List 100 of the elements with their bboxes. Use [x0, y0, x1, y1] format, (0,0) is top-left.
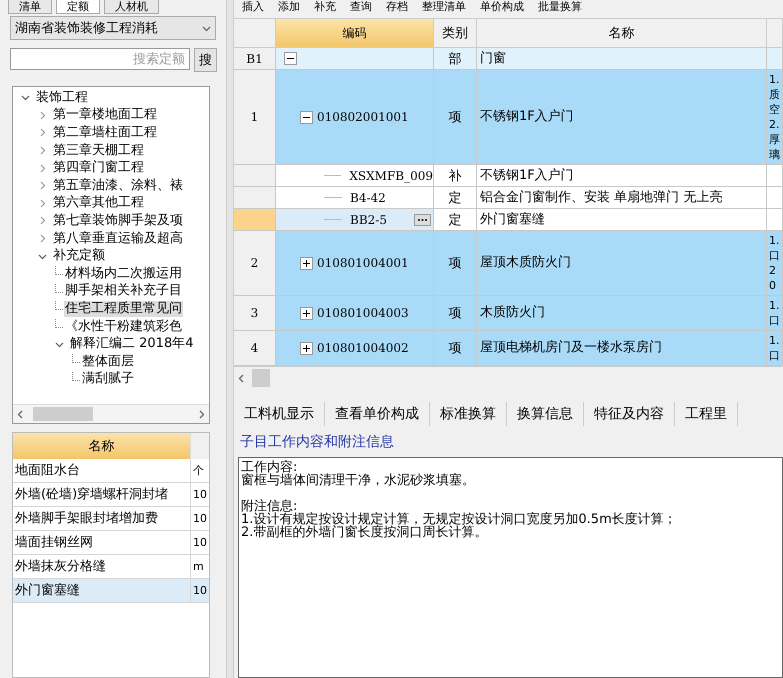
- horizontal-scrollbar[interactable]: [234, 366, 783, 389]
- toolbar-button[interactable]: 补充: [314, 0, 336, 14]
- panel-tab[interactable]: 定额: [56, 0, 100, 14]
- table-cell: 项: [434, 331, 477, 366]
- table-cell: [767, 187, 783, 209]
- search-field[interactable]: 搜索定额: [10, 48, 190, 70]
- table-cell[interactable]: 外墙脚手架眼封堵增加费: [13, 507, 191, 531]
- column-header: 类别: [434, 19, 477, 48]
- section-heading: 子目工作内容和附注信息: [239, 433, 395, 452]
- tree-item[interactable]: 第一章楼地面工程: [52, 107, 158, 124]
- row-number: 1: [234, 70, 276, 165]
- panel-tab[interactable]: 人材机: [104, 0, 159, 14]
- tree-item[interactable]: 第三章天棚工程: [52, 142, 145, 159]
- chevron-right-icon[interactable]: [38, 198, 47, 208]
- dropdown-value: 湖南省装饰装修工程消耗: [15, 20, 158, 37]
- tree-item[interactable]: 第八章垂直运输及超高: [52, 230, 184, 247]
- chevron-right-icon[interactable]: [38, 216, 47, 226]
- tree-item[interactable]: 第五章油漆、涂料、裱: [52, 178, 184, 194]
- tree-item[interactable]: 解释汇编二 2018年4: [69, 336, 194, 352]
- tree-item[interactable]: 脚手架相关补充子目: [64, 283, 183, 300]
- scroll-right-icon[interactable]: [199, 410, 205, 418]
- collapse-icon[interactable]: [284, 52, 297, 65]
- horizontal-scrollbar[interactable]: [13, 404, 209, 423]
- table-cell: 项: [434, 231, 477, 296]
- toolbar-button[interactable]: 查询: [350, 0, 372, 14]
- chevron-right-icon[interactable]: [38, 110, 47, 120]
- table-cell: 1.口20: [767, 231, 783, 296]
- detail-tab[interactable]: 工程里: [675, 402, 738, 426]
- table-cell: 10: [191, 483, 209, 507]
- detail-tab[interactable]: 标准换算: [430, 402, 507, 426]
- table-cell[interactable]: 墙面挂钢丝网: [13, 531, 191, 555]
- search-button[interactable]: 搜: [194, 48, 217, 72]
- chevron-right-icon[interactable]: [38, 234, 47, 244]
- chevron-down-icon[interactable]: [21, 93, 30, 102]
- table-cell: [767, 165, 783, 187]
- table-cell[interactable]: 地面阻水台: [13, 459, 191, 483]
- tree-item[interactable]: 《水性干粉建筑彩色: [64, 318, 183, 335]
- table-cell: 10: [191, 507, 209, 531]
- detail-tab[interactable]: 查看单价构成: [325, 402, 430, 426]
- chevron-right-icon[interactable]: [38, 181, 47, 190]
- chevron-right-icon[interactable]: [38, 146, 47, 156]
- chevron-down-icon[interactable]: [55, 340, 64, 349]
- expand-icon[interactable]: [300, 342, 313, 354]
- toolbar-button[interactable]: 添加: [278, 0, 300, 14]
- table-cell[interactable]: 外门窗塞缝: [13, 579, 191, 603]
- table-cell: 10: [191, 579, 209, 603]
- scroll-left-icon[interactable]: [238, 374, 244, 382]
- table-cell: 补: [434, 165, 477, 187]
- chevron-down-icon[interactable]: [38, 252, 47, 261]
- toolbar-button[interactable]: 插入: [242, 0, 264, 14]
- code-cell: 010801004002: [317, 341, 409, 355]
- tree-item[interactable]: 第七章装饰脚手架及项: [52, 212, 184, 229]
- tree-item[interactable]: 材料场内二次搬运用: [64, 266, 183, 282]
- toolbar-button[interactable]: 存档: [386, 0, 408, 14]
- detail-line: 附注信息:: [241, 500, 298, 513]
- tree-item[interactable]: 住宅工程质里常见问: [64, 300, 183, 317]
- scrollbar-thumb[interactable]: [33, 407, 93, 421]
- code-cell: 010802001001: [317, 110, 409, 124]
- table-cell: 1.口: [767, 331, 783, 366]
- tree-item[interactable]: 满刮腻子: [81, 371, 135, 388]
- collapse-icon[interactable]: [300, 110, 313, 124]
- detail-tab[interactable]: 工料机显示: [234, 402, 325, 426]
- detail-line: 工作内容:: [241, 461, 298, 474]
- detail-tab[interactable]: 特征及内容: [584, 402, 675, 426]
- toolbar-button[interactable]: 单价构成: [480, 0, 524, 14]
- scrollbar-thumb[interactable]: [252, 369, 270, 387]
- code-cell: B4-42: [350, 190, 386, 204]
- tree-item[interactable]: 第二章墙柱面工程: [52, 124, 158, 141]
- detail-tab[interactable]: 换算信息: [507, 402, 584, 426]
- column-header: 名称: [477, 19, 767, 48]
- chevron-right-icon[interactable]: [38, 164, 47, 173]
- tree-item[interactable]: 整体面层: [81, 354, 135, 370]
- table-cell: 不锈钢1F入户门: [477, 70, 767, 165]
- table-cell: 铝合金门窗制作、安装 单扇地弹门 无上亮: [477, 187, 767, 209]
- toolbar-button[interactable]: 批量换算: [538, 0, 582, 14]
- tree-item[interactable]: 补充定额: [52, 248, 106, 264]
- expand-icon[interactable]: [300, 256, 313, 270]
- code-cell: BB2-5: [350, 212, 387, 226]
- row-number: B1: [234, 48, 276, 70]
- tree-item[interactable]: 第四章门窗工程: [52, 160, 145, 176]
- table-cell: 定: [434, 187, 477, 209]
- table-cell: 外门窗塞缝: [477, 209, 767, 231]
- toolbar-button[interactable]: 整理清单: [422, 0, 466, 14]
- tree-item[interactable]: 第六章其他工程: [52, 195, 145, 212]
- more-button[interactable]: [414, 214, 431, 226]
- table-cell: 不锈钢1F入户门: [477, 165, 767, 187]
- dropdown-caret-icon[interactable]: [202, 24, 211, 32]
- table-cell: 屋顶木质防火门: [477, 231, 767, 296]
- scroll-left-icon[interactable]: [17, 410, 23, 418]
- table-cell: 项: [434, 296, 477, 331]
- expand-icon[interactable]: [300, 306, 313, 320]
- tree-item[interactable]: 装饰工程: [35, 90, 89, 106]
- chevron-right-icon[interactable]: [38, 128, 47, 138]
- empty-column-header: [191, 433, 209, 459]
- table-cell: 个: [191, 459, 209, 483]
- library-dropdown[interactable]: 湖南省装饰装修工程消耗: [10, 16, 216, 40]
- panel-tab[interactable]: 清单: [8, 0, 52, 14]
- column-header: 编码: [276, 19, 434, 48]
- table-cell[interactable]: 外墙(砼墙)穿墙螺杆洞封堵: [13, 483, 191, 507]
- table-cell: 定: [434, 209, 477, 231]
